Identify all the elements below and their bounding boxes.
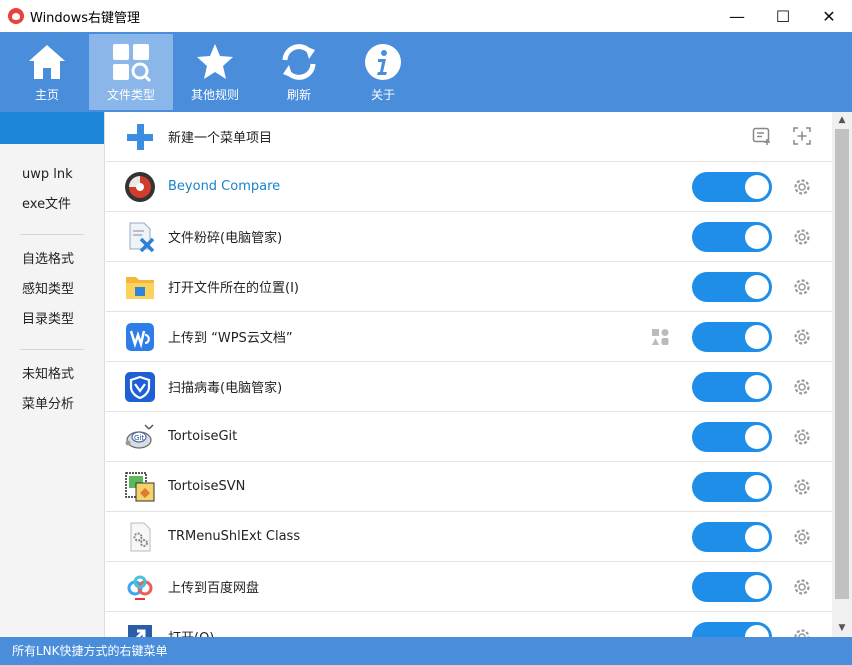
sidebar-item-selected[interactable] [0,112,104,144]
baidu-netdisk-icon [127,575,153,600]
home-icon [29,45,65,79]
wps-icon [126,323,154,351]
toolbar-label: 其他规则 [190,88,239,102]
sidebar-item-directory-type[interactable]: 目录类型 [0,305,104,335]
file-type-icon [113,44,151,82]
maximize-button[interactable]: ☐ [760,0,806,32]
add-submenu-icon[interactable] [752,126,772,146]
enable-toggle[interactable] [692,472,772,502]
tortoisesvn-icon [125,472,155,502]
list-item: 打开(O) [106,612,832,637]
info-icon [365,44,401,80]
list-item: 打开文件所在的位置(I) [106,262,832,312]
star-icon [197,44,233,79]
sidebar-item-perceived-type[interactable]: 感知类型 [0,275,104,305]
window-title: Windows右键管理 [30,10,141,26]
gear-icon[interactable] [792,627,812,637]
menu-item-label: Beyond Compare [168,179,281,194]
app-logo-icon [8,8,24,24]
gear-icon[interactable] [792,377,812,397]
new-menu-item-row[interactable]: 新建一个菜单项目 [106,112,832,162]
menu-item-label: 打开文件所在的位置(I) [168,281,299,296]
enable-toggle[interactable] [692,422,772,452]
menu-item-label: TortoiseSVN [168,479,246,494]
toolbar-other-rules-button[interactable]: 其他规则 [173,34,257,110]
enable-toggle[interactable] [692,322,772,352]
close-button[interactable]: ✕ [806,0,852,32]
enable-toggle[interactable] [692,172,772,202]
scroll-up-icon[interactable]: ▲ [832,112,852,129]
scrollbar-thumb[interactable] [835,129,849,599]
scroll-down-icon[interactable]: ▼ [832,620,852,637]
menu-item-label: 文件粉碎(电脑管家) [168,231,283,246]
title-bar: Windows右键管理 — ☐ ✕ [0,0,852,32]
file-shred-icon [129,222,155,253]
folder-icon [126,277,154,299]
svg-text:Git: Git [134,434,144,442]
sidebar-item-unknown-format[interactable]: 未知格式 [0,360,104,390]
toolbar-refresh-button[interactable]: 刷新 [257,34,341,110]
list-item: 上传到百度网盘 [106,562,832,612]
sidebar-item-menu-analysis[interactable]: 菜单分析 [0,390,104,420]
enable-toggle[interactable] [692,522,772,552]
refresh-icon [282,44,316,80]
toolbar-label: 主页 [34,88,59,102]
sidebar-item-custom-format[interactable]: 自选格式 [0,245,104,275]
list-item: Beyond Compare [106,162,832,212]
plus-icon [127,124,153,150]
status-bar: 所有LNK快捷方式的右键菜单 [0,637,852,665]
open-icon [128,625,152,637]
gear-icon[interactable] [792,527,812,547]
enable-toggle[interactable] [692,372,772,402]
enable-toggle[interactable] [692,622,772,637]
beyond-compare-icon [125,172,155,202]
gear-icon[interactable] [792,177,812,197]
new-menu-item-label: 新建一个菜单项目 [168,131,273,146]
main-toolbar: 主页 文件类型 其他规则 刷新 关于 [0,32,852,112]
enable-toggle[interactable] [692,222,772,252]
list-item: TRMenuShlExt Class [106,512,832,562]
menu-item-list: 新建一个菜单项目 Beyond Compare 文件粉碎(电脑管家) 打开文件所… [106,112,832,637]
toolbar-about-button[interactable]: 关于 [341,34,425,110]
menu-item-label: TRMenuShlExt Class [168,529,301,544]
gear-icon[interactable] [792,327,812,347]
sidebar-item-uwp-lnk[interactable]: uwp lnk [0,160,104,190]
gear-icon[interactable] [792,477,812,497]
toolbar-file-type-button[interactable]: 文件类型 [89,34,173,110]
gear-icon[interactable] [792,277,812,297]
toolbar-label: 关于 [370,88,395,102]
trmenu-icon [130,522,151,552]
menu-item-label: 上传到百度网盘 [168,581,260,596]
minimize-button[interactable]: — [714,0,760,32]
menu-item-label: TortoiseGit [168,429,238,444]
add-item-icon[interactable] [792,126,812,146]
menu-item-label: 上传到 “WPS云文档” [168,331,293,346]
list-item: 上传到 “WPS云文档” [106,312,832,362]
tortoisegit-icon: Git [125,424,154,449]
sidebar-divider [20,234,84,235]
window-controls: — ☐ ✕ [714,0,852,32]
menu-item-label: 扫描病毒(电脑管家) [168,381,283,396]
enable-toggle[interactable] [692,572,772,602]
enable-toggle[interactable] [692,272,772,302]
sidebar: uwp lnk exe文件 自选格式 感知类型 目录类型 未知格式 菜单分析 [0,112,105,637]
menu-item-label: 打开(O) [168,627,214,637]
vertical-scrollbar[interactable]: ▲ ▼ [832,112,852,637]
gear-icon[interactable] [792,427,812,447]
sidebar-item-exe[interactable]: exe文件 [0,190,104,220]
virus-scan-icon [125,372,155,402]
gear-icon[interactable] [792,577,812,597]
list-item: 文件粉碎(电脑管家) [106,212,832,262]
toolbar-label: 文件类型 [106,88,155,102]
gear-icon[interactable] [792,227,812,247]
shapes-icon[interactable] [650,327,670,347]
sidebar-divider [20,349,84,350]
toolbar-home-button[interactable]: 主页 [5,34,89,110]
list-item: 扫描病毒(电脑管家) [106,362,832,412]
list-item: TortoiseSVN [106,462,832,512]
toolbar-label: 刷新 [286,88,311,102]
list-item: Git TortoiseGit [106,412,832,462]
